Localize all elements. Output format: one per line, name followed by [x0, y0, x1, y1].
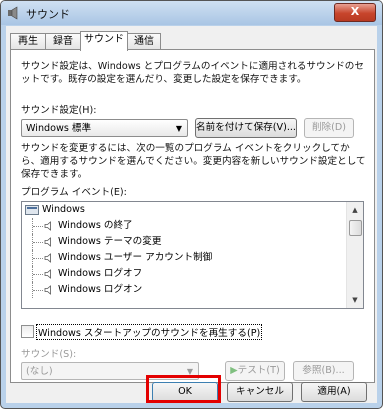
- speaker-icon: [44, 269, 51, 279]
- list-item[interactable]: Windows: [22, 202, 352, 218]
- windows-app-icon: [25, 205, 39, 215]
- tab-sounds[interactable]: サウンド: [80, 31, 128, 51]
- program-events-list[interactable]: Windows Windows の終了 Windows テーマの変更 Windo…: [21, 201, 364, 309]
- events-label: プログラム イベント(E):: [21, 187, 127, 198]
- dialog-client: 再生 録音 サウンド 通信 サウンド設定は、Windows とプログラムのイベン…: [6, 26, 377, 403]
- scroll-up-icon[interactable]: ▲: [347, 202, 363, 218]
- window-title: サウンド: [26, 8, 70, 21]
- speaker-icon: [44, 221, 51, 231]
- scroll-down-icon[interactable]: ▼: [347, 292, 363, 308]
- apply-button[interactable]: 適用(A): [301, 382, 367, 402]
- scroll-thumb[interactable]: [349, 220, 362, 236]
- change-description: サウンドを変更するには、次の一覧のプログラム イベントをクリックしてから、適用す…: [21, 143, 366, 180]
- test-button-label: テスト(T): [237, 365, 280, 376]
- sounds-tab-panel: サウンド設定は、Windows とプログラムのイベントに適用されるサウンドのセッ…: [10, 49, 375, 383]
- chevron-down-icon: ▼: [175, 124, 182, 133]
- sound-scheme-value: Windows 標準: [26, 123, 92, 134]
- test-button[interactable]: ▶テスト(T): [225, 361, 285, 381]
- list-item[interactable]: Windows ログオン: [22, 282, 352, 298]
- save-as-button[interactable]: 名前を付けて保存(V)...: [195, 118, 297, 138]
- close-button[interactable]: X: [334, 3, 376, 22]
- cancel-button[interactable]: キャンセル: [227, 382, 293, 402]
- sound-dialog: サウンド X 再生 録音 サウンド 通信 サウンド設定は、Windows とプロ…: [0, 0, 383, 409]
- title-bar[interactable]: サウンド X: [1, 1, 382, 25]
- sound-file-value: (なし): [26, 366, 53, 377]
- delete-button[interactable]: 削除(D): [304, 118, 354, 138]
- list-item[interactable]: Windows ユーザー アカウント制御: [22, 250, 352, 266]
- ok-highlight-annotation: [146, 375, 221, 403]
- list-item[interactable]: Windows ログオフ: [22, 266, 352, 282]
- tab-playback[interactable]: 再生: [10, 33, 46, 50]
- list-item[interactable]: Windows の終了: [22, 218, 352, 234]
- startup-sound-checkbox[interactable]: [21, 325, 34, 338]
- sounds-label: サウンド(S):: [21, 349, 77, 360]
- scheme-label: サウンド設定(H):: [21, 105, 97, 116]
- scheme-description: サウンド設定は、Windows とプログラムのイベントに適用されるサウンドのセッ…: [21, 61, 364, 85]
- speaker-icon: [44, 237, 51, 247]
- speaker-icon: [8, 6, 18, 20]
- startup-sound-label[interactable]: Windows スタートアップのサウンドを再生する(P): [36, 324, 263, 340]
- browse-button[interactable]: 参照(B)...: [293, 361, 354, 381]
- tab-communications[interactable]: 通信: [127, 33, 161, 50]
- speaker-icon: [44, 253, 51, 263]
- play-icon: ▶: [230, 365, 238, 376]
- events-scrollbar[interactable]: ▲ ▼: [346, 202, 363, 308]
- sound-scheme-dropdown[interactable]: Windows 標準 ▼: [21, 119, 188, 137]
- tab-recording[interactable]: 録音: [45, 33, 81, 50]
- speaker-icon: [44, 285, 51, 295]
- list-item[interactable]: Windows テーマの変更: [22, 234, 352, 250]
- close-icon: X: [350, 5, 360, 18]
